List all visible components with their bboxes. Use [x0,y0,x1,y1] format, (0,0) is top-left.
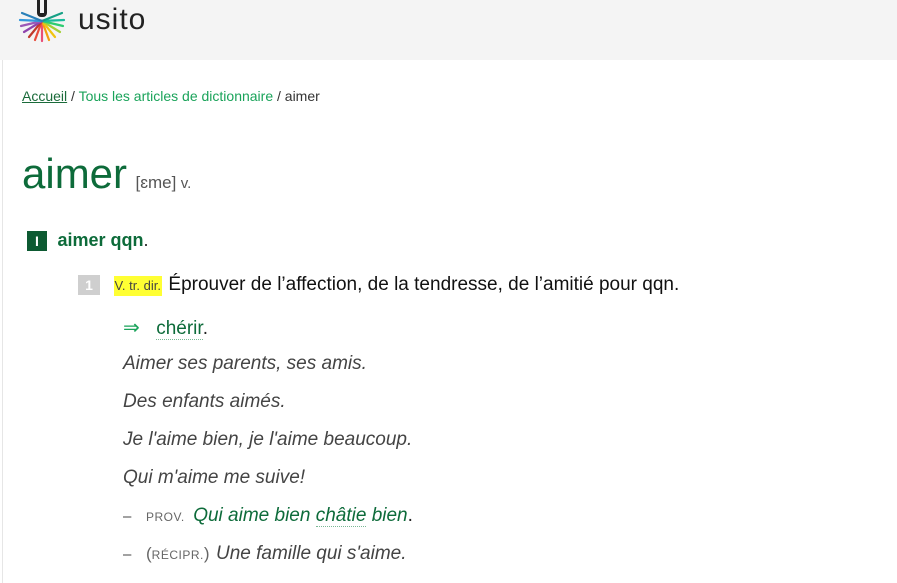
example-dash: – [123,508,132,525]
breadcrumb-separator: / [277,88,281,104]
reciprocal-label: RÉCIPR. [151,548,204,562]
part-of-speech: v. [180,175,192,192]
site-header: usito [0,0,897,60]
breadcrumb-separator: / [71,88,75,104]
example: Aimer ses parents, ses amis. [123,353,367,374]
content-border [2,60,3,583]
paren-close: ) [203,544,210,563]
proverb-text-part: bien [366,505,408,526]
logo-text[interactable]: usito [78,0,146,40]
proverb-example: PROV. Qui aime bien châtie bien. [146,505,413,527]
sense-roman-number: I [27,230,47,251]
example-dash: – [123,546,132,563]
sense-group-I: I aimer qqn. [27,230,149,251]
sense-number: 1 [78,275,100,295]
synonym-line: ⇒ chérir. [123,315,208,340]
entry-heading: aimer [ɛme] v. [22,150,191,198]
example: Qui m'aime me suive! [123,467,306,488]
breadcrumb: Accueil / Tous les articles de dictionna… [22,88,320,104]
breadcrumb-current: aimer [284,88,320,104]
proverb-punct: . [407,505,413,526]
reciprocal-text: Une famille qui s'aime. [215,543,407,564]
proverb-label: PROV. [146,510,185,524]
breadcrumb-articles-link[interactable]: Tous les articles de dictionnaire [79,88,274,104]
double-arrow-icon: ⇒ [123,317,140,339]
phonetic-transcription: [ɛme] [135,173,177,192]
grammar-label-highlighted: V. tr. dir. [114,275,162,296]
usito-logo-icon[interactable] [18,0,66,43]
reciprocal-example: (RÉCIPR.) Une famille qui s'aime. [146,543,407,565]
breadcrumb-home-link[interactable]: Accueil [22,88,67,104]
example: Des enfants aimés. [123,391,286,412]
proverb-text: Qui aime bien châtie bien [193,505,408,527]
sense-construction: aimer qqn [57,230,144,250]
proverb-text-part: Qui aime bien [193,505,316,526]
sense-1: 1 V. tr. dir. Éprouver de l’affection, d… [78,274,679,296]
synonym-punct: . [202,318,208,339]
example: Je l'aime bien, je l'aime beaucoup. [123,429,413,450]
headword: aimer [22,150,128,197]
proverb-link-chatie[interactable]: châtie [315,505,367,527]
sense-construction-punct: . [143,230,149,250]
sense-definition: Éprouver de l’affection, de la tendresse… [168,274,680,295]
synonym-link-cherir[interactable]: chérir [156,318,203,340]
